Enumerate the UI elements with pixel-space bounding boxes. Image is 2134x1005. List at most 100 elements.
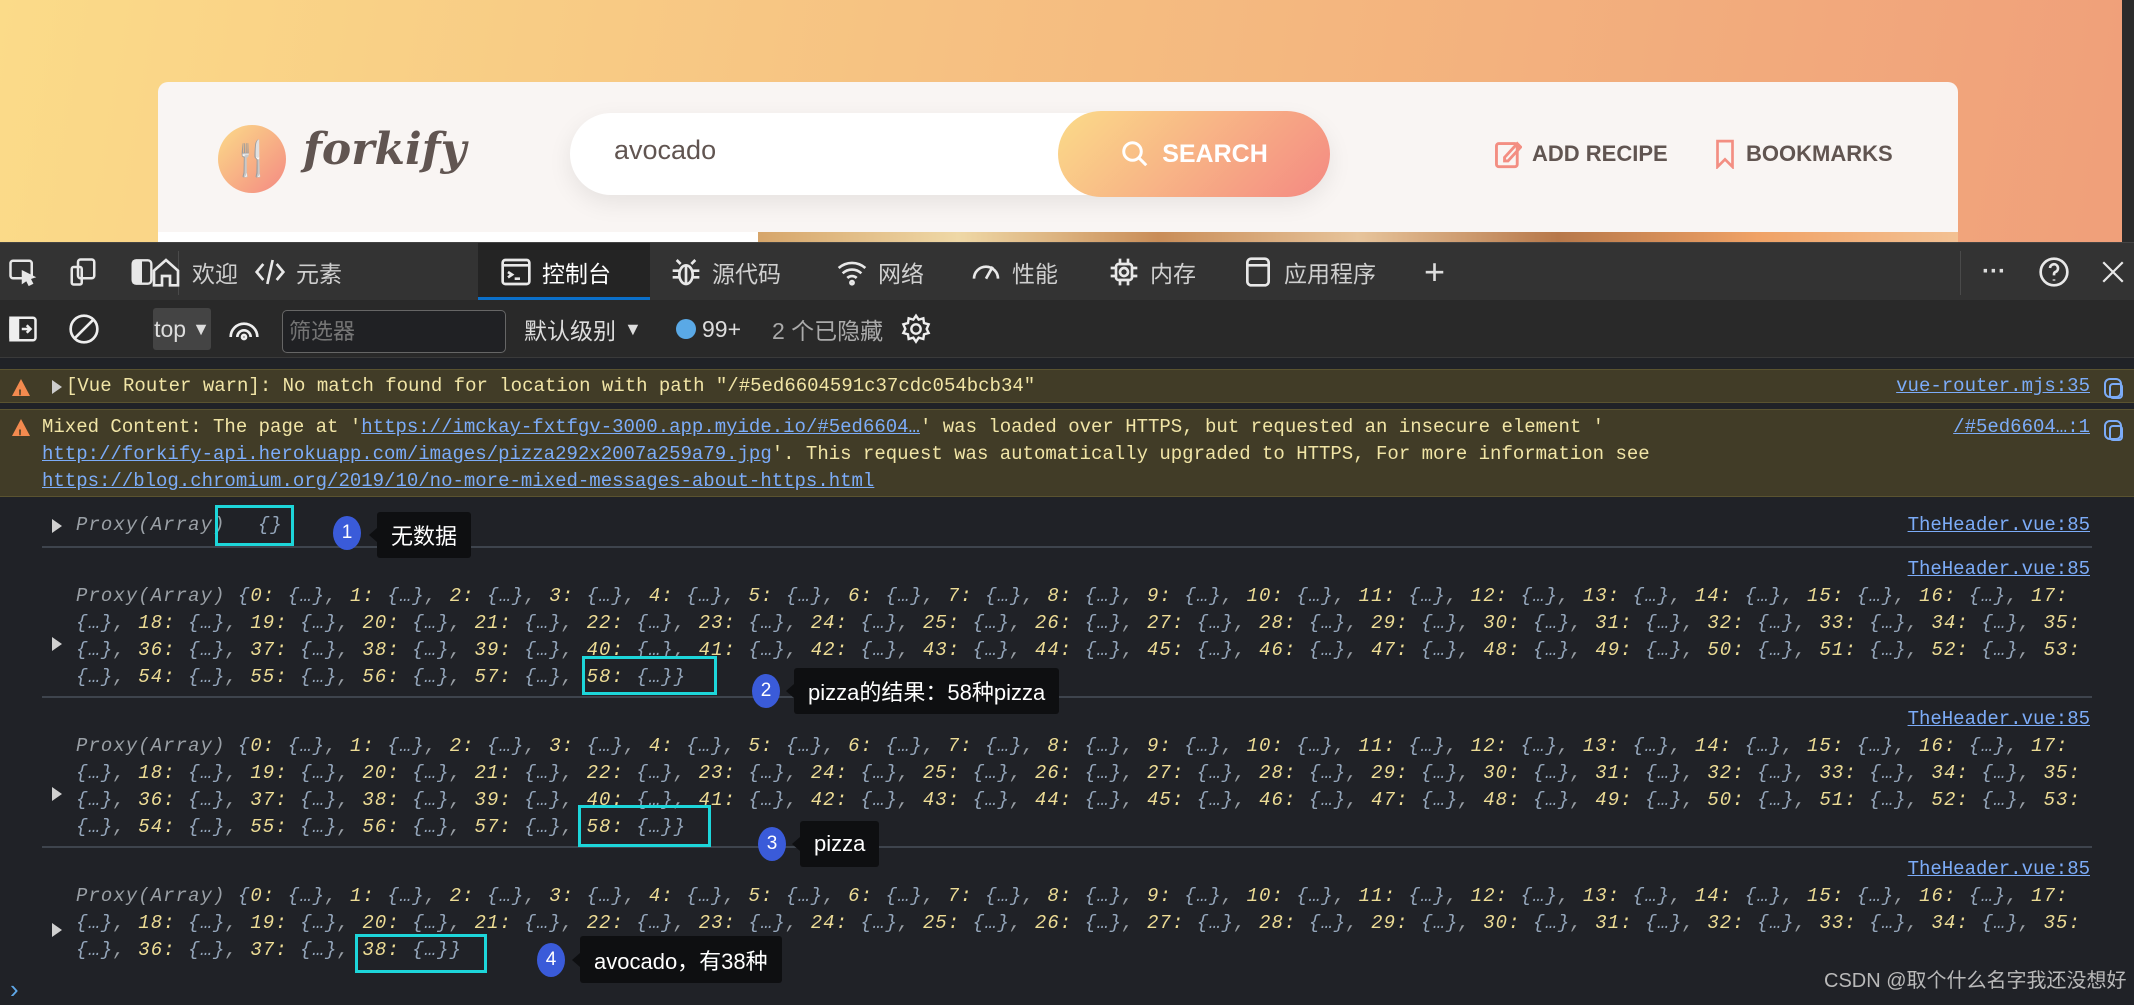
array-item: 31: {…}, bbox=[1595, 762, 1708, 784]
live-expression-button[interactable] bbox=[228, 300, 260, 358]
devtools-tab-bar: 欢迎 元素 控制台 源代码 网络 性能 内存 应用程序 + ··· bbox=[0, 242, 2134, 301]
copy-icon[interactable] bbox=[2104, 378, 2123, 399]
more-tabs-button[interactable]: + bbox=[1424, 243, 1445, 301]
array-item: 4: {…}, bbox=[648, 735, 749, 757]
array-item: 32: {…}, bbox=[1707, 762, 1820, 784]
array-item: 52: {…}, bbox=[1931, 789, 2044, 811]
source-link[interactable]: TheHeader.vue:85 bbox=[1908, 556, 2090, 583]
array-item: 34: {…}, bbox=[1931, 762, 2044, 784]
sidebar-toggle-icon bbox=[9, 316, 37, 342]
array-item: 50: {…}, bbox=[1707, 639, 1820, 661]
search-input[interactable] bbox=[614, 135, 1014, 166]
source-link[interactable]: TheHeader.vue:85 bbox=[1908, 856, 2090, 883]
console-settings-button[interactable] bbox=[900, 300, 932, 358]
source-link[interactable]: vue-router.mjs:35 bbox=[1896, 373, 2090, 400]
message-count-button[interactable]: 99+ bbox=[676, 300, 741, 358]
device-emulation-button[interactable] bbox=[68, 243, 98, 301]
array-item: 6: {…}, bbox=[848, 585, 948, 607]
highlight-box bbox=[355, 934, 487, 973]
array-item: 56: {…}, bbox=[362, 666, 475, 688]
array-item: 43: {…}, bbox=[922, 639, 1035, 661]
array-item: 1: {…}, bbox=[349, 885, 450, 907]
expand-arrow-icon[interactable] bbox=[52, 787, 62, 801]
array-item: 19: {…}, bbox=[250, 612, 363, 634]
array-item: 38: {…}, bbox=[362, 639, 475, 661]
image-url-link[interactable]: http://forkify-api.herokuapp.com/images/… bbox=[42, 443, 772, 465]
expand-arrow-icon[interactable] bbox=[52, 923, 62, 937]
array-item: 23: {…}, bbox=[698, 612, 811, 634]
console-warning: Mixed Content: The page at 'https://imck… bbox=[0, 409, 2134, 497]
search-button-label: SEARCH bbox=[1162, 139, 1268, 168]
tab-4[interactable]: 网络 bbox=[836, 243, 924, 301]
inspect-icon bbox=[9, 259, 37, 287]
show-sidebar-button[interactable] bbox=[8, 300, 38, 358]
context-selector[interactable]: top ▼ bbox=[153, 308, 211, 350]
array-item: 19: {…}, bbox=[250, 912, 363, 934]
array-item: 16: {…}, bbox=[1919, 585, 2032, 607]
tab-7[interactable]: 应用程序 bbox=[1242, 243, 1376, 301]
array-item: 32: {…}, bbox=[1707, 912, 1820, 934]
bookmarks-button[interactable]: BOOKMARKS bbox=[1714, 139, 1893, 169]
array-item: 54: {…}, bbox=[138, 816, 251, 838]
array-item: 24: {…}, bbox=[810, 762, 923, 784]
array-item: 30: {…}, bbox=[1483, 762, 1596, 784]
tab-1[interactable]: 元素 bbox=[254, 243, 342, 301]
watermark: CSDN @取个什么名字我还没想好 bbox=[1824, 970, 2127, 992]
help-icon bbox=[2039, 257, 2069, 287]
tab-6[interactable]: 内存 bbox=[1108, 243, 1196, 301]
console-icon bbox=[501, 258, 531, 286]
tab-5[interactable]: 性能 bbox=[970, 243, 1058, 301]
array-item: 11: {…}, bbox=[1358, 735, 1471, 757]
close-devtools-button[interactable] bbox=[2100, 243, 2126, 301]
source-link[interactable]: TheHeader.vue:85 bbox=[1908, 706, 2090, 733]
array-item: 13: {…}, bbox=[1582, 885, 1695, 907]
fork-spoon-icon: 🍴 bbox=[218, 125, 286, 193]
array-item: 1: {…}, bbox=[349, 585, 450, 607]
tab-3[interactable]: 源代码 bbox=[670, 243, 781, 301]
array-item: 30: {…}, bbox=[1483, 612, 1596, 634]
tab-label: 欢迎 bbox=[192, 261, 238, 287]
array-item: 57: {…}, bbox=[474, 816, 587, 838]
console-prompt[interactable]: › bbox=[10, 974, 19, 1005]
array-item: 13: {…}, bbox=[1582, 585, 1695, 607]
logo[interactable]: forkify bbox=[303, 124, 466, 175]
console-warning: [Vue Router warn]: No match found for lo… bbox=[0, 369, 2134, 408]
array-item: 24: {…}, bbox=[810, 912, 923, 934]
copy-icon[interactable] bbox=[2104, 420, 2123, 441]
array-item: 28: {…}, bbox=[1259, 762, 1372, 784]
add-recipe-button[interactable]: ADD RECIPE bbox=[1494, 139, 1668, 169]
array-item: 54: {…}, bbox=[138, 666, 251, 688]
tab-0[interactable]: 欢迎 bbox=[150, 243, 238, 301]
expand-arrow-icon[interactable] bbox=[52, 519, 62, 533]
source-link[interactable]: /#5ed6604…:1 bbox=[1953, 414, 2090, 441]
expand-arrow-icon[interactable] bbox=[52, 380, 62, 394]
array-item: 23: {…}, bbox=[698, 912, 811, 934]
array-item: 0: {…}, bbox=[250, 885, 350, 907]
array-item: 29: {…}, bbox=[1371, 762, 1484, 784]
page-scrollbar[interactable] bbox=[2122, 0, 2134, 242]
console-log-entry[interactable]: Proxy(Array) {0: {…}, 1: {…}, 2: {…}, 3:… bbox=[76, 733, 2096, 841]
filter-input[interactable] bbox=[282, 310, 506, 353]
array-item: 36: {…}, bbox=[138, 639, 251, 661]
warning-message: '. This request was automatically upgrad… bbox=[771, 443, 1650, 465]
array-item: 37: {…}, bbox=[250, 639, 363, 661]
array-item: 16: {…}, bbox=[1919, 735, 2032, 757]
more-options-icon[interactable]: ··· bbox=[1982, 243, 2006, 301]
array-item: 38: {…}, bbox=[362, 789, 475, 811]
tab-2[interactable]: 控制台 bbox=[478, 243, 650, 301]
array-item: 0: {…}, bbox=[250, 585, 350, 607]
expand-arrow-icon[interactable] bbox=[52, 637, 62, 651]
clear-console-button[interactable] bbox=[68, 300, 100, 358]
tab-label: 元素 bbox=[296, 261, 342, 287]
array-item: 12: {…}, bbox=[1470, 735, 1583, 757]
inspect-button[interactable] bbox=[8, 243, 38, 301]
console-log-entry[interactable]: Proxy(Array) {0: {…}, 1: {…}, 2: {…}, 3:… bbox=[76, 583, 2096, 691]
log-level-dropdown[interactable]: 默认级别 ▼ bbox=[524, 300, 642, 358]
array-item: 21: {…}, bbox=[474, 612, 587, 634]
page-url-link[interactable]: https://imckay-fxtfgv-3000.app.myide.io/… bbox=[361, 416, 920, 438]
search-button[interactable]: SEARCH bbox=[1058, 111, 1330, 197]
array-item: 8: {…}, bbox=[1047, 885, 1147, 907]
help-button[interactable] bbox=[2038, 243, 2070, 301]
info-link[interactable]: https://blog.chromium.org/2019/10/no-mor… bbox=[42, 470, 874, 492]
array-item: 26: {…}, bbox=[1034, 612, 1147, 634]
